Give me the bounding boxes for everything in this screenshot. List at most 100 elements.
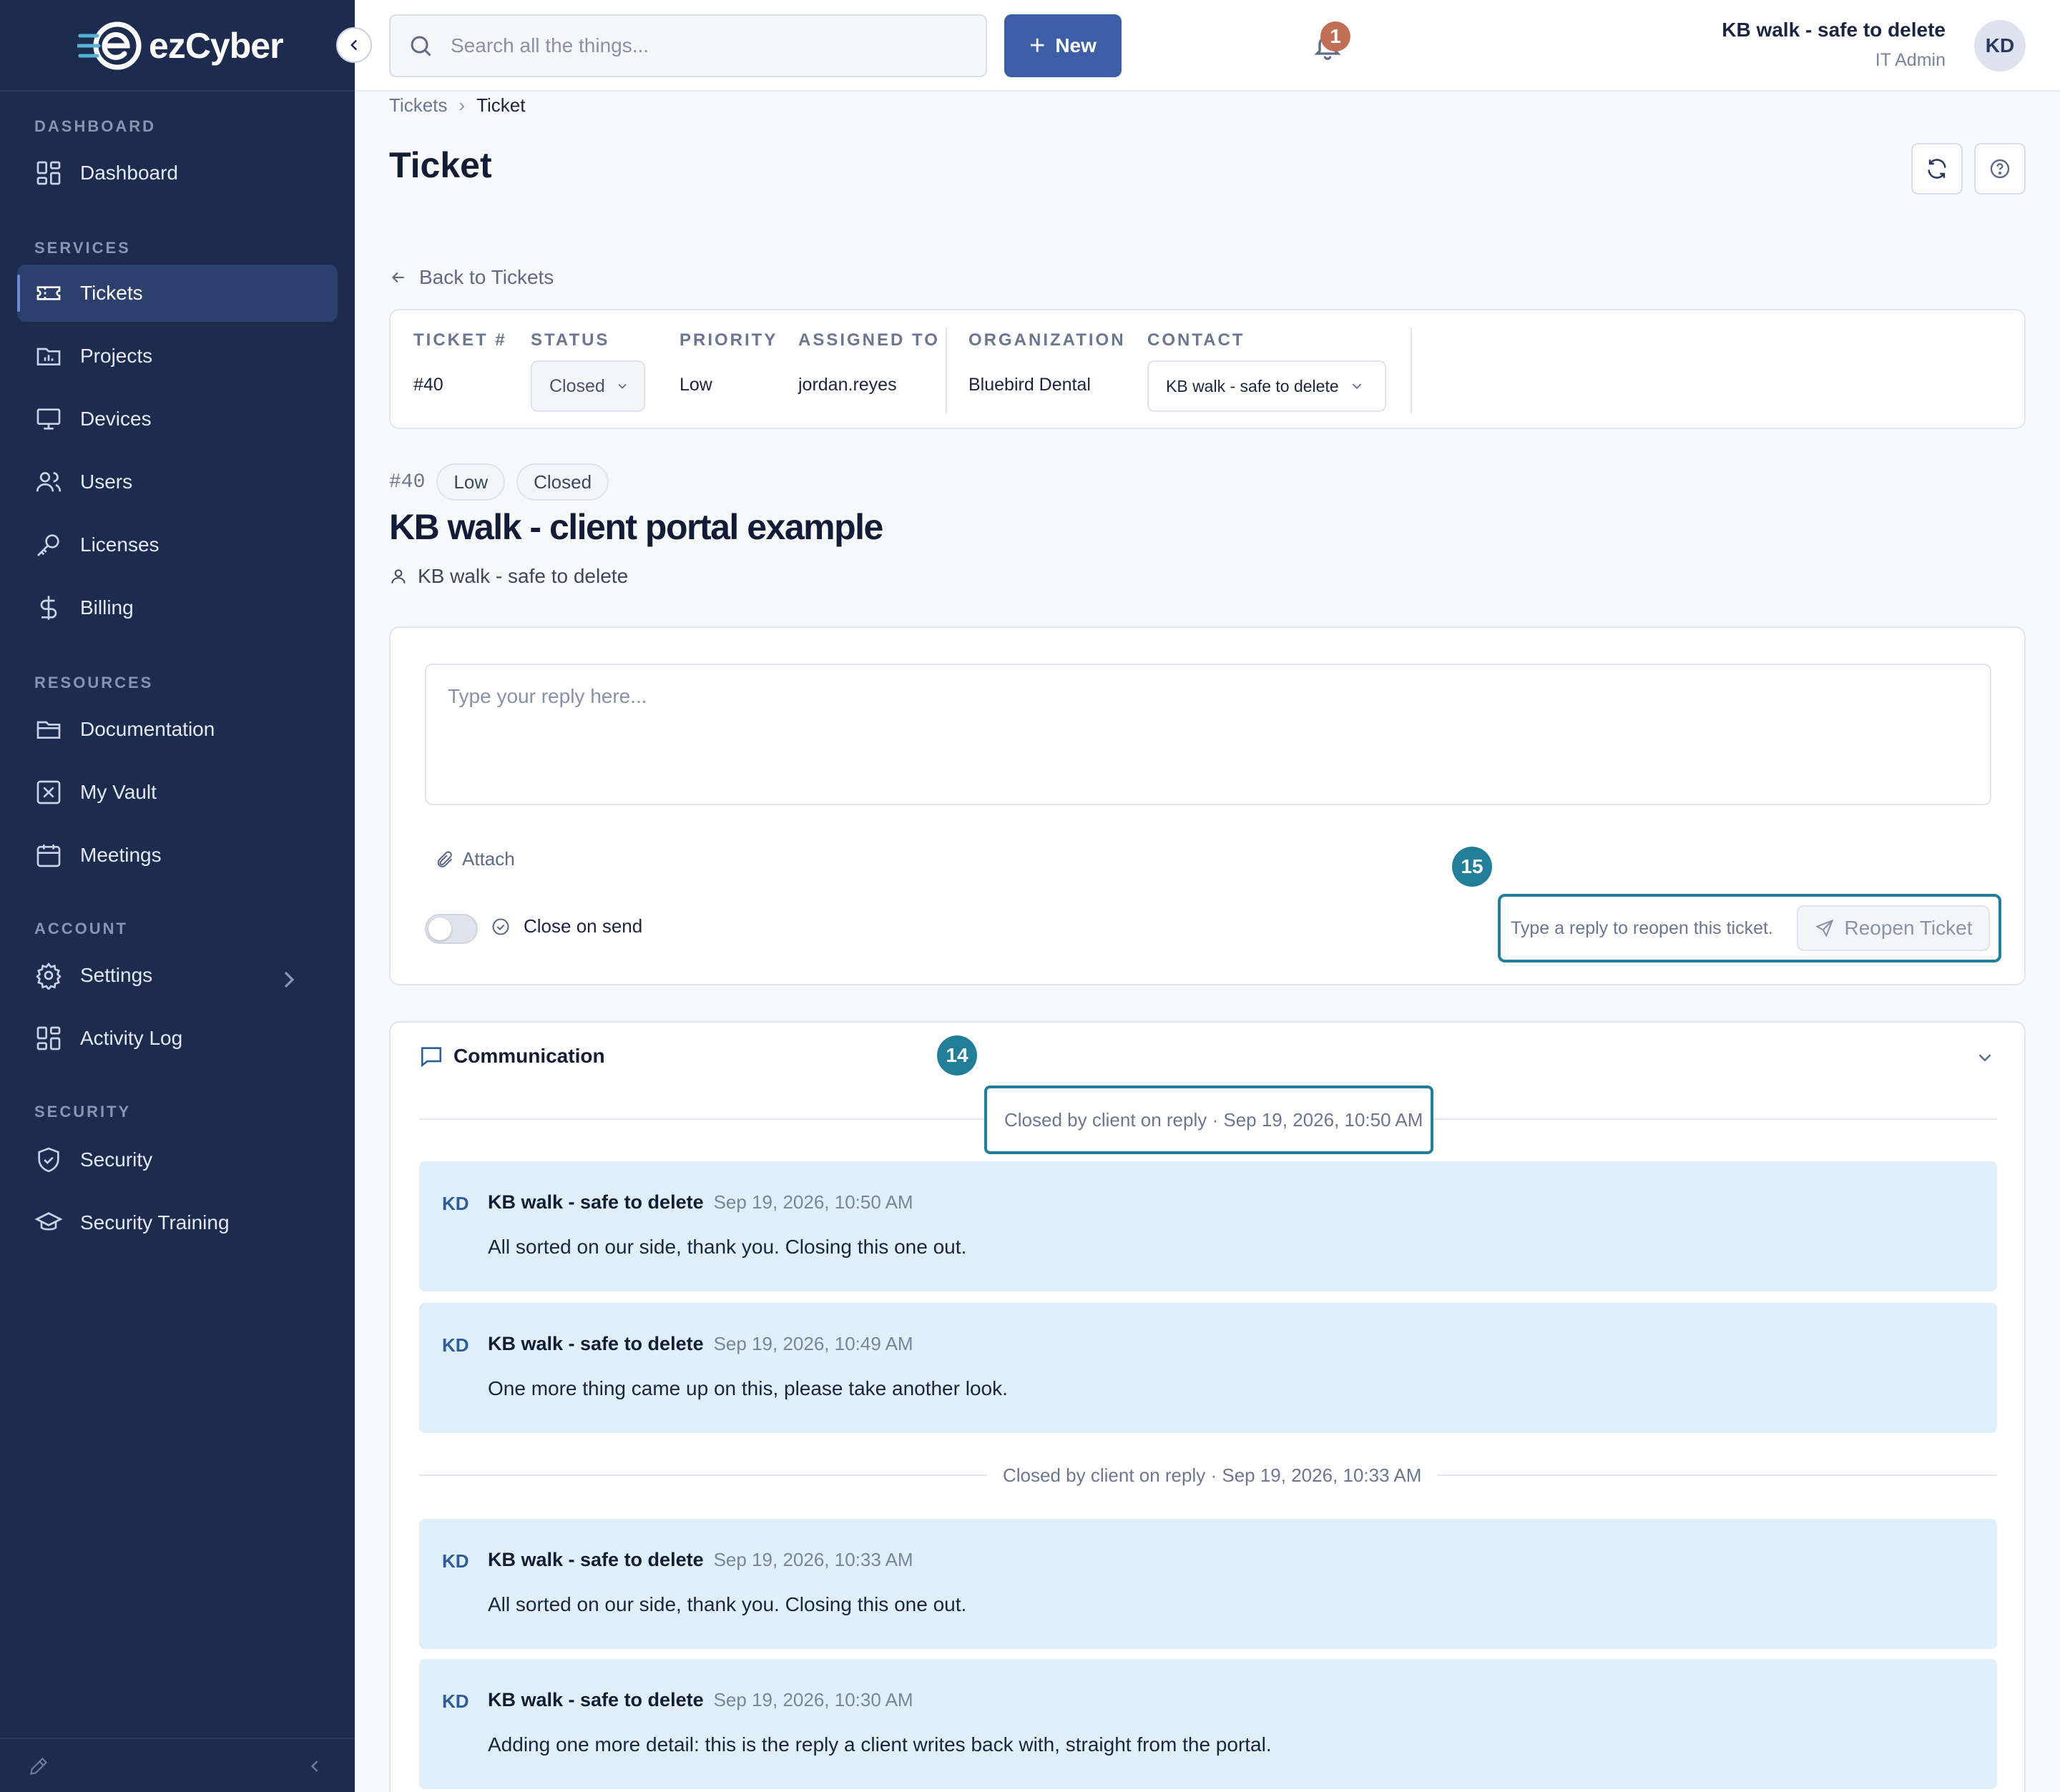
priority-badge: Low	[436, 463, 506, 501]
search-input[interactable]	[451, 34, 966, 57]
message-time: Sep 19, 2026, 10:30 AM	[713, 1689, 913, 1710]
status-select-value: Closed	[549, 375, 605, 396]
sidebar-item-label: Activity Log	[80, 1027, 183, 1049]
close-on-send-toggle[interactable]	[425, 914, 478, 944]
reply-textarea[interactable]	[448, 685, 1968, 784]
vault-icon	[36, 780, 61, 804]
reply-editor[interactable]	[425, 664, 1991, 805]
sidebar-item-label: Projects	[80, 345, 153, 367]
ticket-info-card: TICKET # #40 STATUS Closed PRIORITY Low …	[389, 309, 2026, 429]
callout-marker-14: 14	[937, 1035, 977, 1075]
sidebar-footer	[0, 1738, 355, 1792]
logo[interactable]: ezCyber	[75, 17, 284, 74]
sidebar-item-label: Licenses	[80, 533, 160, 556]
refresh-button[interactable]	[1911, 143, 1963, 195]
shield-icon	[38, 1147, 59, 1173]
ticket-contact-name: KB walk - safe to delete	[418, 565, 629, 587]
sidebar-item-devices[interactable]: Devices	[17, 390, 338, 448]
message-avatar: KD	[442, 1334, 469, 1356]
paperclip-icon	[437, 850, 453, 867]
message-avatar: KD	[442, 1550, 469, 1572]
dashboard-icon	[36, 161, 61, 185]
message-body: All sorted on our side, thank you. Closi…	[488, 1593, 967, 1615]
avatar[interactable]: KD	[1974, 20, 2026, 72]
sidebar-item-label: My Vault	[80, 781, 157, 803]
sidebar-item-activity-log[interactable]: Activity Log	[17, 1010, 338, 1067]
reopen-ticket-highlight: Type a reply to reopen this ticket. Reop…	[1498, 894, 2001, 963]
message-header: KB walk - safe to delete Sep 19, 2026, 10…	[488, 1333, 913, 1355]
ticket-icon	[36, 286, 61, 300]
sidebar-item-vault[interactable]: My Vault	[17, 764, 338, 821]
new-button[interactable]: + New	[1004, 14, 1122, 77]
sidebar-item-documentation[interactable]: Documentation	[17, 701, 338, 758]
section-label-resources: RESOURCES	[34, 674, 154, 691]
projects-icon	[36, 348, 61, 365]
status-select[interactable]: Closed	[531, 360, 645, 412]
sidebar-item-label: Security Training	[80, 1211, 230, 1234]
help-button[interactable]	[1974, 143, 2026, 195]
sidebar-item-security[interactable]: Security	[17, 1131, 338, 1188]
dollar-icon	[40, 596, 57, 620]
ticket-subject: KB walk - client portal example	[389, 507, 883, 547]
communication-title: Communication	[453, 1045, 605, 1067]
sidebar-item-meetings[interactable]: Meetings	[17, 827, 338, 884]
sidebar-item-users[interactable]: Users	[17, 453, 338, 511]
contact-select[interactable]: KB walk - safe to delete	[1147, 360, 1386, 412]
message-author: KB walk - safe to delete	[488, 1689, 704, 1710]
user-role: IT Admin	[1875, 50, 1946, 70]
message-author: KB walk - safe to delete	[488, 1191, 704, 1213]
sidebar-item-licenses[interactable]: Licenses	[17, 516, 338, 573]
user-icon	[391, 569, 406, 584]
assigned-to-value: jordan.reyes	[798, 375, 897, 395]
close-on-send-label: Close on send	[524, 915, 643, 937]
contact-label: CONTACT	[1147, 330, 1245, 350]
message-item: KD KB walk - safe to delete Sep 19, 2026,…	[419, 1161, 1997, 1291]
message-time: Sep 19, 2026, 10:33 AM	[713, 1549, 913, 1570]
back-to-tickets-link[interactable]: Back to Tickets	[389, 266, 554, 289]
communication-header[interactable]: Communication	[419, 1044, 605, 1068]
message-item: KD KB walk - safe to delete Sep 19, 2026,…	[419, 1519, 1997, 1649]
message-header: KB walk - safe to delete Sep 19, 2026, 10…	[488, 1191, 913, 1213]
plus-icon: +	[1029, 30, 1046, 61]
chevron-down-icon	[618, 383, 627, 389]
info-divider	[1411, 328, 1412, 413]
chevron-down-icon[interactable]	[1974, 1047, 1996, 1068]
pencil-icon[interactable]	[27, 1755, 50, 1778]
sidebar-item-billing[interactable]: Billing	[17, 579, 338, 636]
sidebar-item-dashboard[interactable]: Dashboard	[17, 144, 338, 202]
message-avatar: KD	[442, 1193, 469, 1214]
gear-icon	[36, 963, 62, 990]
user-name: KB walk - safe to delete	[1722, 19, 1946, 41]
sidebar-item-label: Billing	[80, 596, 134, 619]
logo-mark-icon	[75, 20, 146, 72]
key-icon	[37, 534, 59, 556]
sidebar-toggle-button[interactable]	[336, 27, 372, 63]
sidebar-item-label: Users	[80, 471, 133, 493]
search-field[interactable]	[389, 14, 987, 77]
reopen-ticket-button[interactable]: Reopen Ticket	[1797, 905, 1990, 951]
message-author: KB walk - safe to delete	[488, 1549, 704, 1570]
message-item: KD KB walk - safe to delete Sep 19, 2026,…	[419, 1303, 1997, 1433]
reply-card: Attach Close on send Type a reply to reo…	[389, 626, 2026, 985]
sidebar-item-label: Meetings	[80, 844, 162, 866]
sidebar-item-settings[interactable]: Settings	[17, 947, 338, 1004]
graduation-cap-icon	[34, 1212, 63, 1231]
sidebar-item-projects[interactable]: Projects	[17, 328, 338, 385]
sidebar-item-label: Settings	[80, 964, 153, 986]
attach-button[interactable]: Attach	[435, 848, 515, 870]
contact-select-value: KB walk - safe to delete	[1166, 376, 1339, 395]
sidebar-item-tickets[interactable]: Tickets	[17, 265, 338, 322]
breadcrumb-current: Ticket	[476, 94, 526, 116]
notification-badge: 1	[1320, 21, 1350, 51]
sidebar-item-security-training[interactable]: Security Training	[17, 1194, 338, 1251]
breadcrumb-parent[interactable]: Tickets	[389, 94, 447, 117]
section-label-dashboard: DASHBOARD	[34, 117, 156, 135]
attach-label: Attach	[462, 848, 515, 870]
close-on-send: Close on send	[491, 915, 642, 937]
search-icon	[411, 36, 431, 56]
status-label: STATUS	[531, 330, 610, 350]
collapse-sidebar-icon[interactable]	[305, 1756, 325, 1776]
folder-icon	[36, 721, 61, 739]
help-icon	[1990, 159, 2010, 179]
assigned-to-label: ASSIGNED TO	[798, 330, 940, 350]
